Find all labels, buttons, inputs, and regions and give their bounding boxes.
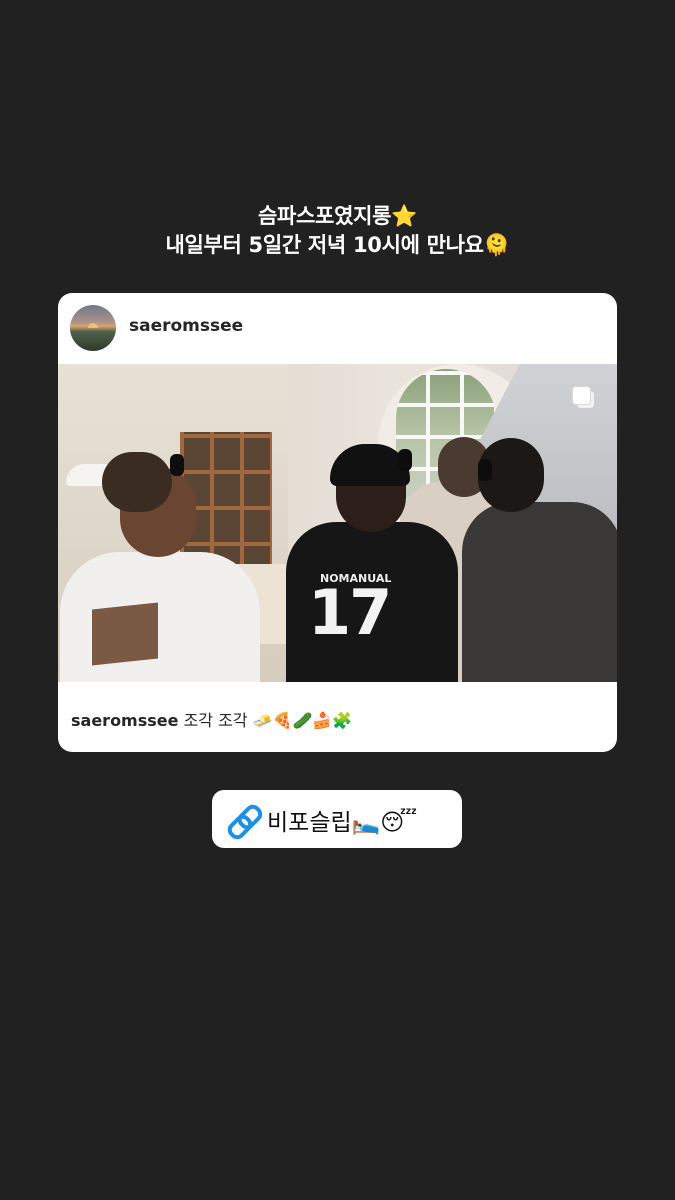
link-sticker[interactable]: 비포슬립🛌😴 bbox=[212, 790, 462, 848]
photo-shirt-print bbox=[92, 602, 158, 666]
shared-post-card[interactable]: saeromssee NOMANUAL 17 saeromssee 조각 조각 … bbox=[58, 293, 617, 752]
photo-person-1 bbox=[60, 552, 260, 682]
post-caption: saeromssee 조각 조각 🧈🍕🥒🍰🧩 bbox=[71, 707, 601, 731]
link-icon bbox=[224, 801, 266, 843]
post-username[interactable]: saeromssee bbox=[129, 316, 243, 336]
caption-username[interactable]: saeromssee bbox=[71, 711, 178, 730]
carousel-icon bbox=[571, 385, 595, 409]
photo-person-1-hair bbox=[102, 452, 172, 512]
post-photo[interactable]: NOMANUAL 17 bbox=[58, 364, 617, 682]
carousel-icon-front bbox=[572, 386, 591, 405]
headset-icon bbox=[170, 454, 184, 476]
story-caption-line-2: 내일부터 5일간 저녁 10시에 만나요🫠 bbox=[165, 233, 510, 257]
avatar[interactable] bbox=[70, 305, 116, 351]
avatar-sunset bbox=[88, 323, 98, 328]
caption-text: 조각 조각 🧈🍕🥒🍰🧩 bbox=[183, 711, 353, 730]
headset-icon bbox=[478, 459, 492, 481]
link-sticker-label: 비포슬립🛌😴 bbox=[267, 810, 418, 836]
photo-person-4 bbox=[462, 502, 617, 682]
post-header[interactable]: saeromssee bbox=[58, 293, 617, 364]
headset-icon bbox=[398, 449, 412, 471]
story-caption: 슴파스포였지롱⭐️ 내일부터 5일간 저녁 10시에 만나요🫠 bbox=[0, 202, 675, 260]
jersey-number: 17 bbox=[308, 576, 392, 649]
story-caption-line-1: 슴파스포였지롱⭐️ bbox=[258, 204, 417, 228]
